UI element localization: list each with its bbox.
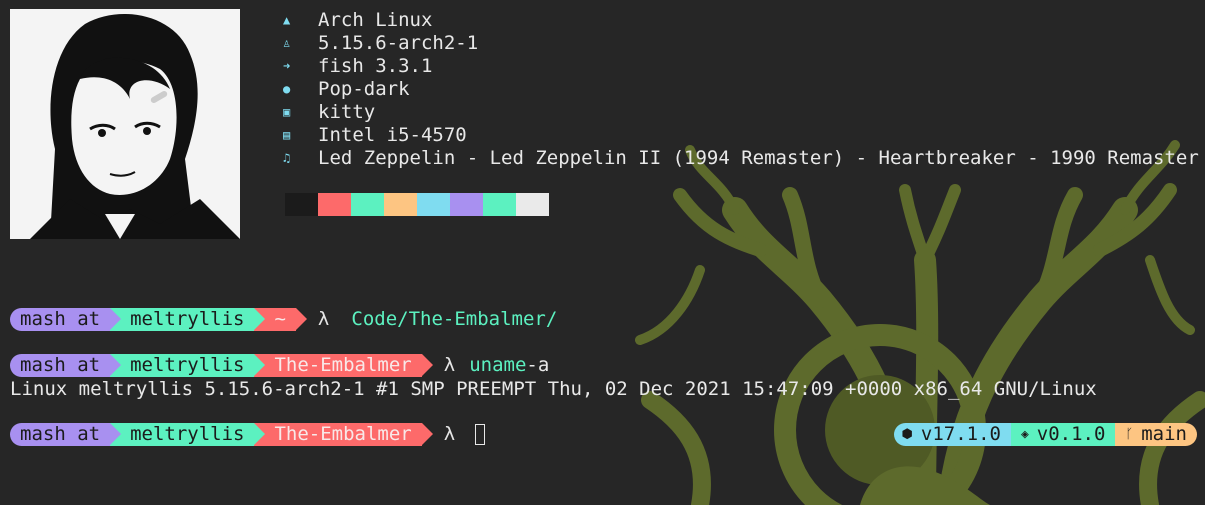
prompt-line: mash at meltryllis The-Embalmer λ uname …: [10, 354, 549, 377]
powerline-arrow-icon: [421, 423, 433, 445]
info-row-theme: ● Pop-dark: [283, 78, 1199, 101]
prompt-user: mash at: [20, 423, 101, 445]
powerline-arrow-icon: [254, 423, 266, 445]
cpu-name: Intel i5-4570: [318, 124, 467, 146]
package-version-segment: ◈ v0.1.0: [1010, 423, 1116, 446]
package-icon: ◈: [1020, 427, 1029, 442]
info-row-cpu: ▤ Intel i5-4570: [283, 124, 1199, 147]
info-row-os: ▲ Arch Linux: [283, 9, 1199, 32]
info-row-shell: ➜ fish 3.3.1: [283, 55, 1199, 78]
powerline-arrow-icon: [110, 354, 122, 376]
node-version-segment: ⬢ v17.1.0: [893, 423, 1011, 446]
prompt-lambda: λ: [443, 423, 456, 445]
palette-swatch: [318, 193, 351, 216]
powerline-arrow-icon: [110, 308, 122, 330]
prompt-command: Code/The-Embalmer/: [351, 308, 558, 330]
prompt-host-segment: meltryllis: [110, 354, 266, 377]
git-branch: main: [1141, 423, 1187, 445]
color-palette: [285, 193, 549, 216]
prompt-dir: ~: [274, 308, 286, 330]
prompt-dir-segment: The-Embalmer: [254, 423, 433, 446]
prompt-host: meltryllis: [130, 423, 245, 445]
command-output: Linux meltryllis 5.15.6-arch2-1 #1 SMP P…: [10, 378, 1097, 400]
music-note-icon: ♫: [283, 151, 291, 165]
theme-name: Pop-dark: [318, 78, 410, 100]
right-prompt: ⬢ v17.1.0 ◈ v0.1.0 ᚴ main: [893, 423, 1197, 446]
prompt-lambda: λ: [443, 354, 456, 376]
powerline-arrow-icon: [421, 354, 433, 376]
avatar-illustration: [10, 9, 240, 239]
git-branch-icon: ᚴ: [1125, 427, 1134, 442]
prompt-command: uname: [469, 354, 527, 376]
prompt-line: mash at meltryllis The-Embalmer λ: [10, 423, 486, 446]
kernel-version: 5.15.6-arch2-1: [318, 32, 479, 54]
prompt-dir: The-Embalmer: [274, 354, 412, 376]
prompt-dir: The-Embalmer: [274, 423, 412, 445]
palette-icon: ●: [283, 82, 291, 96]
info-row-terminal: ▣ kitty: [283, 101, 1199, 124]
powerline-arrow-icon: [295, 308, 307, 330]
os-name: Arch Linux: [318, 9, 433, 31]
powerline-arrow-icon: [254, 354, 266, 376]
now-playing: Led Zeppelin - Led Zeppelin II (1994 Rem…: [318, 147, 1199, 169]
package-version: v0.1.0: [1036, 423, 1106, 445]
git-branch-segment: ᚴ main: [1115, 423, 1197, 446]
node-version: v17.1.0: [920, 423, 1001, 445]
prompt-user: mash at: [20, 308, 101, 330]
prompt-line: mash at meltryllis ~ λ Code/The-Embalmer…: [10, 308, 557, 331]
terminal-icon: ▣: [283, 105, 291, 119]
shell-version: fish 3.3.1: [318, 55, 433, 77]
cpu-icon: ▤: [283, 128, 291, 142]
prompt-host: meltryllis: [130, 308, 245, 330]
node-icon: ⬢: [901, 427, 913, 442]
system-info: ▲ Arch Linux ♙ 5.15.6-arch2-1 ➜ fish 3.3…: [283, 9, 1199, 170]
palette-swatch: [384, 193, 417, 216]
prompt-user-segment: mash at: [10, 423, 122, 446]
powerline-arrow-icon: [110, 423, 122, 445]
shell-arrow-icon: ➜: [283, 59, 291, 73]
palette-swatch: [285, 193, 318, 216]
prompt-host-segment: meltryllis: [110, 423, 266, 446]
linux-penguin-icon: ♙: [283, 36, 291, 50]
palette-swatch: [450, 193, 483, 216]
prompt-user-segment: mash at: [10, 354, 122, 377]
powerline-arrow-icon: [254, 308, 266, 330]
info-row-kernel: ♙ 5.15.6-arch2-1: [283, 32, 1199, 55]
prompt-user-segment: mash at: [10, 308, 122, 331]
palette-swatch: [516, 193, 549, 216]
palette-swatch: [351, 193, 384, 216]
prompt-host-segment: meltryllis: [110, 308, 266, 331]
prompt-command-args: -a: [526, 354, 550, 376]
prompt-host: meltryllis: [130, 354, 245, 376]
terminal-name: kitty: [318, 101, 376, 123]
prompt-user: mash at: [20, 354, 101, 376]
palette-swatch: [417, 193, 450, 216]
prompt-dir-segment: The-Embalmer: [254, 354, 433, 377]
info-row-music: ♫ Led Zeppelin - Led Zeppelin II (1994 R…: [283, 147, 1199, 170]
palette-swatch: [483, 193, 516, 216]
arch-icon: ▲: [283, 13, 291, 27]
terminal-cursor[interactable]: [475, 424, 486, 445]
prompt-lambda: λ: [317, 308, 330, 330]
avatar: [10, 9, 240, 239]
